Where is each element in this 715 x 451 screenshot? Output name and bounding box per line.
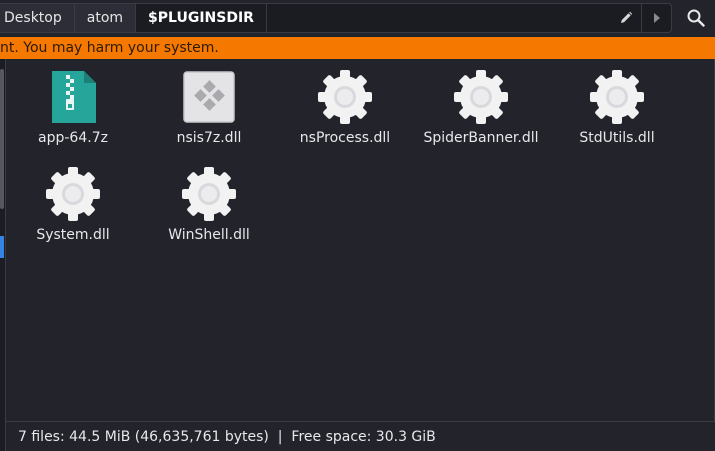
file-item[interactable]: nsis7z.dll xyxy=(142,59,276,146)
gear-icon xyxy=(451,67,511,127)
file-name: StdUtils.dll xyxy=(579,130,655,146)
status-bar: 7 files: 44.5 MiB (46,635,761 bytes) | F… xyxy=(6,421,715,451)
status-text: 7 files: 44.5 MiB (46,635,761 bytes) | F… xyxy=(18,428,436,445)
search-button[interactable] xyxy=(681,3,711,33)
file-name: nsis7z.dll xyxy=(176,130,242,146)
breadcrumb-empty-area[interactable] xyxy=(267,4,611,32)
gear-icon xyxy=(43,164,103,224)
breadcrumb: Desktop atom $PLUGINSDIR xyxy=(0,3,672,33)
chevron-right-icon xyxy=(653,13,660,23)
file-item[interactable]: SpiderBanner.dll xyxy=(414,59,548,146)
edit-location-button[interactable] xyxy=(611,4,641,32)
file-item[interactable]: System.dll xyxy=(6,156,140,243)
file-view[interactable]: app-64.7z nsis7z.dll nsProcess.dll Spide… xyxy=(6,59,715,421)
search-icon xyxy=(687,9,705,27)
file-name: app-64.7z xyxy=(38,130,108,146)
breadcrumb-atom[interactable]: atom xyxy=(74,4,137,32)
file-item[interactable]: WinShell.dll xyxy=(142,156,276,243)
breadcrumb-desktop[interactable]: Desktop xyxy=(0,4,75,32)
gear-icon xyxy=(315,67,375,127)
file-item[interactable]: StdUtils.dll xyxy=(550,59,684,146)
breadcrumb-pluginsdir[interactable]: $PLUGINSDIR xyxy=(136,4,267,32)
file-item[interactable]: app-64.7z xyxy=(6,59,140,146)
library-icon xyxy=(183,71,235,123)
path-forward-button[interactable] xyxy=(641,4,671,32)
path-bar: Desktop atom $PLUGINSDIR xyxy=(0,0,715,36)
file-name: SpiderBanner.dll xyxy=(423,130,539,146)
gear-icon xyxy=(179,164,239,224)
file-name: nsProcess.dll xyxy=(299,130,391,146)
warning-text: nt. You may harm your system. xyxy=(0,40,219,56)
sidebar-selection-marker xyxy=(0,236,4,258)
warning-banner: nt. You may harm your system. xyxy=(0,37,715,59)
gear-icon xyxy=(587,67,647,127)
file-name: WinShell.dll xyxy=(168,227,250,243)
file-name: System.dll xyxy=(36,227,110,243)
file-item[interactable]: nsProcess.dll xyxy=(278,59,412,146)
sidebar-scrollbar-thumb[interactable] xyxy=(0,69,4,209)
archive-icon xyxy=(52,71,96,123)
pencil-icon xyxy=(621,11,633,23)
